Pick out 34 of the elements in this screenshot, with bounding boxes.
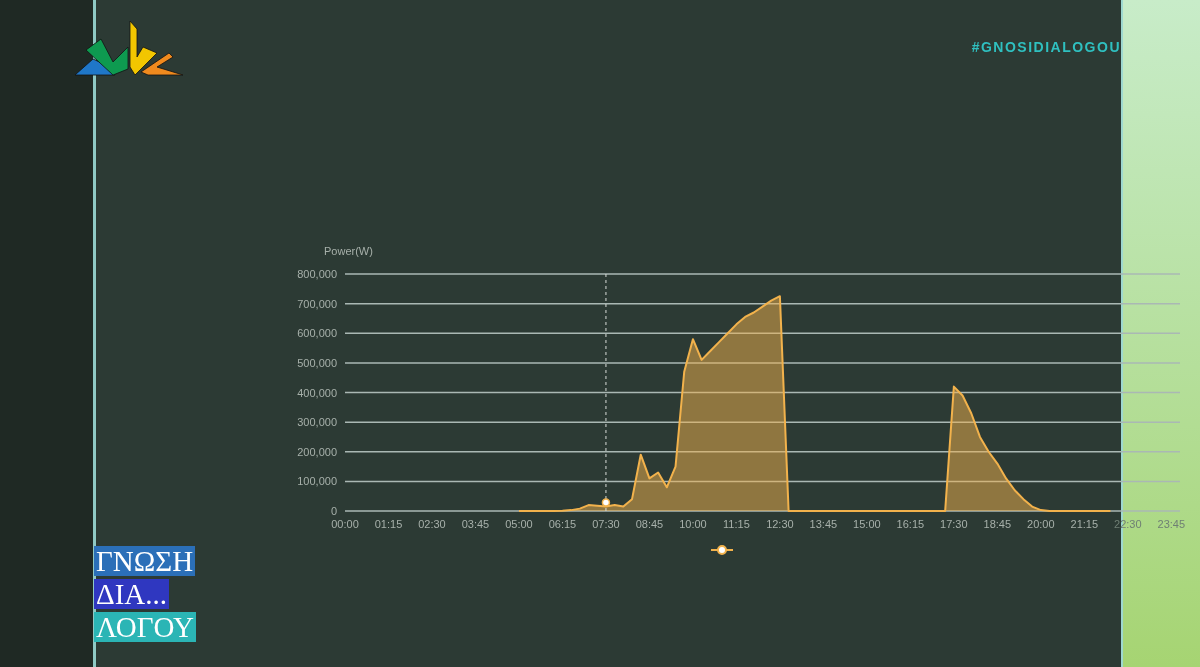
axis-label: 13:45 — [809, 518, 838, 530]
axis-label: 02:30 — [418, 518, 446, 530]
axis-label: 07:30 — [592, 518, 620, 530]
axis-label: 06:15 — [548, 518, 577, 530]
hashtag: #GNOSIDIALOGOU — [971, 38, 1121, 57]
axis-title: Power(W) — [324, 245, 373, 257]
axis-label: 12:30 — [766, 518, 794, 530]
axis-label: 400,000 — [297, 386, 337, 399]
axis-label: 21:15 — [1070, 518, 1099, 530]
title-block: ΛΟΓΟΥ — [94, 612, 196, 642]
title-block: ΓΝΩΣΗ — [94, 546, 196, 576]
axis-label: 05:00 — [505, 518, 533, 530]
axis-label: 800,000 — [297, 268, 337, 280]
axis-label: 16:15 — [896, 518, 925, 530]
axis-label: 700,000 — [297, 297, 337, 310]
axis-label: 15:00 — [853, 518, 881, 530]
axis-label: 18:45 — [983, 518, 1012, 530]
axis-label: 01:15 — [374, 518, 403, 530]
axis-label: 20:00 — [1027, 518, 1055, 530]
legend-icon[interactable] — [710, 545, 734, 555]
axis-label: 00:00 — [331, 518, 359, 530]
axis-label: 08:45 — [635, 518, 664, 530]
axis-label: 03:45 — [461, 518, 490, 530]
axis-label: 100,000 — [297, 475, 337, 488]
axis-label: 10:00 — [679, 518, 707, 530]
axis-label: 23:45 — [1157, 518, 1186, 530]
axis-label: 300,000 — [297, 416, 337, 429]
axis-label: 11:15 — [723, 518, 750, 530]
title-block: ΔΙΑ... — [94, 579, 169, 609]
axis-label: 17:30 — [940, 518, 968, 530]
axis-label: 200,000 — [297, 445, 337, 458]
axis-label: 500,000 — [297, 356, 337, 369]
axis-label: 600,000 — [297, 327, 337, 340]
axis-label: 0 — [330, 505, 337, 517]
